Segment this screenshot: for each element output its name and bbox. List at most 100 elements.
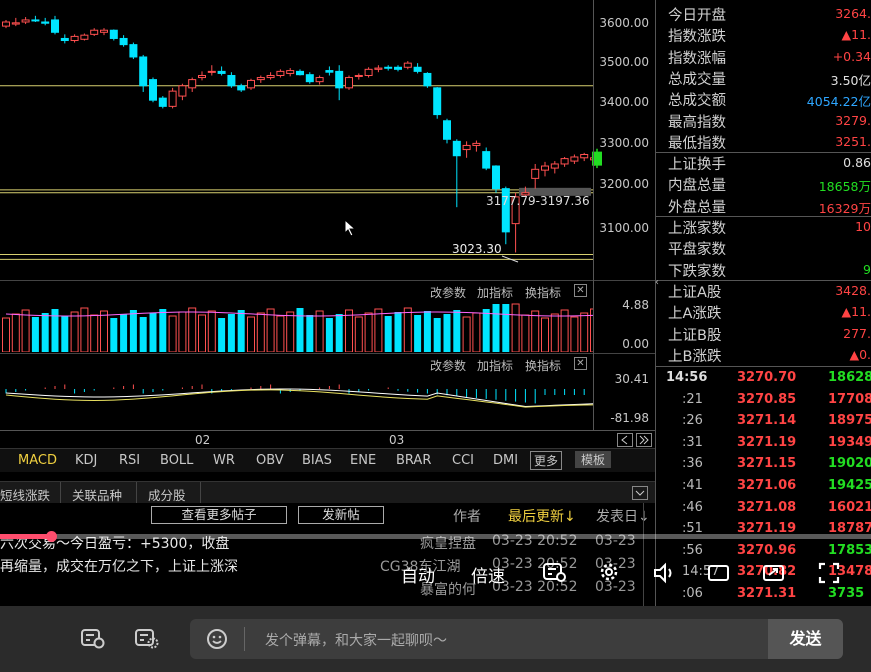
candle-body — [139, 56, 148, 87]
candle-body — [394, 66, 402, 70]
vol-params-link[interactable]: 改参数 — [430, 284, 466, 301]
new-post-button[interactable]: 发新帖 — [298, 506, 384, 524]
tick-time: :21 — [682, 391, 703, 407]
view-more-posts-button[interactable]: 查看更多帖子 — [151, 506, 287, 524]
candle-body — [443, 120, 451, 140]
candle-body — [305, 74, 314, 83]
tick-volume: 19349 — [828, 434, 871, 450]
volume-bar — [403, 307, 412, 352]
date-label: 03 — [389, 433, 405, 447]
col-post-date[interactable]: 发表日↓ — [596, 506, 650, 526]
video-progress-bar[interactable] — [0, 531, 871, 542]
volume-bar — [570, 316, 579, 352]
tick-price: 3270.70 — [737, 370, 797, 385]
danmu-input-box[interactable]: 发个弹幕，和大家一起聊呗～ 发送 — [190, 619, 843, 659]
candle-body — [198, 74, 206, 79]
candle-body — [345, 77, 353, 89]
date-axis: 02 03 — [0, 430, 655, 448]
tick-row: :06 3271.31 3735 — [656, 584, 871, 605]
send-button[interactable]: 发送 — [768, 619, 843, 659]
tick-row: :26 3271.14 18975 — [656, 411, 871, 432]
vol-close-icon[interactable]: ✕ — [574, 284, 587, 297]
volume-bar — [139, 317, 147, 352]
emoji-icon[interactable] — [206, 628, 228, 650]
volume-bar — [286, 311, 295, 352]
volume-bar — [462, 316, 471, 352]
progress-handle[interactable] — [46, 531, 57, 542]
col-last-update[interactable]: 最后更新↓ — [508, 506, 576, 526]
candle-body — [462, 144, 471, 151]
candle-body — [374, 67, 383, 70]
quote-label: 平盘家数 — [668, 242, 726, 259]
panel-scroll-left-icon[interactable]: ‹ — [655, 276, 661, 290]
candle-body — [188, 79, 197, 89]
macd-close-icon[interactable]: ✕ — [574, 357, 587, 370]
candle-body — [296, 70, 304, 76]
quote-value: 10 — [855, 219, 871, 234]
volume-bar — [178, 311, 187, 352]
volume-bar — [345, 309, 353, 352]
scroll-left-icon[interactable] — [617, 433, 633, 447]
volume-bar — [472, 312, 481, 352]
danmu-placeholder[interactable]: 发个弹幕，和大家一起聊呗～ — [265, 630, 447, 650]
tab-ene[interactable]: ENE — [350, 453, 376, 468]
tab-cci[interactable]: CCI — [452, 453, 474, 468]
macd-toolbar: 改参数 加指标 换指标 ✕ — [0, 353, 593, 373]
volume-icon[interactable] — [652, 562, 678, 584]
danmu-toggle-icon[interactable] — [80, 627, 106, 651]
quote-label: 指数涨幅 — [668, 50, 726, 67]
speed-button[interactable]: 倍速 — [471, 562, 505, 587]
danmu-display-icon[interactable] — [134, 627, 160, 651]
tick-volume: 18975 — [828, 413, 871, 429]
webfullscreen-icon[interactable] — [762, 562, 786, 584]
volume-bar — [2, 317, 10, 352]
vol-add-indicator-link[interactable]: 加指标 — [477, 284, 513, 301]
fullscreen-icon[interactable] — [817, 561, 841, 585]
volume-bar — [374, 308, 383, 352]
quote-value: ▲0. — [849, 346, 871, 362]
tab-constituents[interactable]: 成分股 — [148, 485, 186, 504]
candle-body — [541, 165, 549, 171]
collapse-icon[interactable] — [632, 486, 648, 500]
volume-bar — [296, 308, 304, 352]
volume-bar — [247, 316, 255, 352]
candle-body — [60, 37, 69, 42]
widescreen-icon[interactable] — [707, 562, 731, 584]
tab-kdj[interactable]: KDJ — [75, 453, 97, 468]
col-author[interactable]: 作者 — [453, 506, 481, 526]
tick-row: :41 3271.06 19425 — [656, 476, 871, 497]
forum-scrollbar[interactable] — [643, 503, 653, 606]
post-title[interactable]: 再缩量，成交在万亿之下，上证上涨深 — [0, 556, 238, 576]
macd-params-link[interactable]: 改参数 — [430, 357, 466, 374]
tick-row: :56 3270.96 17853 — [656, 541, 871, 562]
tab-short-term[interactable]: 短线涨跌 — [0, 485, 50, 504]
kline-chart[interactable]: 3177.79-3197.36 3023.30 改参数 加指标 换指标 ✕ 改参… — [0, 0, 602, 430]
tab-macd[interactable]: MACD — [18, 453, 57, 468]
tab-boll[interactable]: BOLL — [160, 453, 193, 468]
tab-obv[interactable]: OBV — [256, 453, 284, 468]
danmu-settings-icon[interactable] — [542, 561, 568, 583]
quote-value: +0.34 — [832, 48, 871, 64]
tab-rsi[interactable]: RSI — [119, 453, 140, 468]
template-button[interactable]: 模板 — [575, 451, 612, 468]
auto-quality-button[interactable]: 自动 — [401, 562, 435, 587]
vol-switch-indicator-link[interactable]: 换指标 — [525, 284, 561, 301]
macd-tick: 30.41 — [614, 372, 649, 386]
quote-label: 内盘总量 — [668, 178, 726, 195]
candle-body — [41, 21, 50, 24]
tab-dmi[interactable]: DMI — [493, 453, 518, 468]
settings-gear-icon[interactable] — [597, 560, 621, 584]
tab-bias[interactable]: BIAS — [302, 453, 332, 468]
macd-add-indicator-link[interactable]: 加指标 — [477, 357, 513, 374]
volume-bar — [521, 314, 530, 352]
macd-switch-indicator-link[interactable]: 换指标 — [525, 357, 561, 374]
tab-related[interactable]: 关联品种 — [72, 485, 122, 504]
tab-brar[interactable]: BRAR — [396, 453, 431, 468]
candle-body — [276, 70, 285, 76]
tick-volume: 18628 — [828, 370, 871, 385]
tab-wr[interactable]: WR — [213, 453, 235, 468]
quote-label: 下跌家数 — [668, 263, 726, 280]
scroll-right-icon[interactable] — [636, 433, 652, 447]
more-button[interactable]: 更多 — [530, 451, 563, 470]
quote-value: 3264. — [835, 6, 871, 21]
